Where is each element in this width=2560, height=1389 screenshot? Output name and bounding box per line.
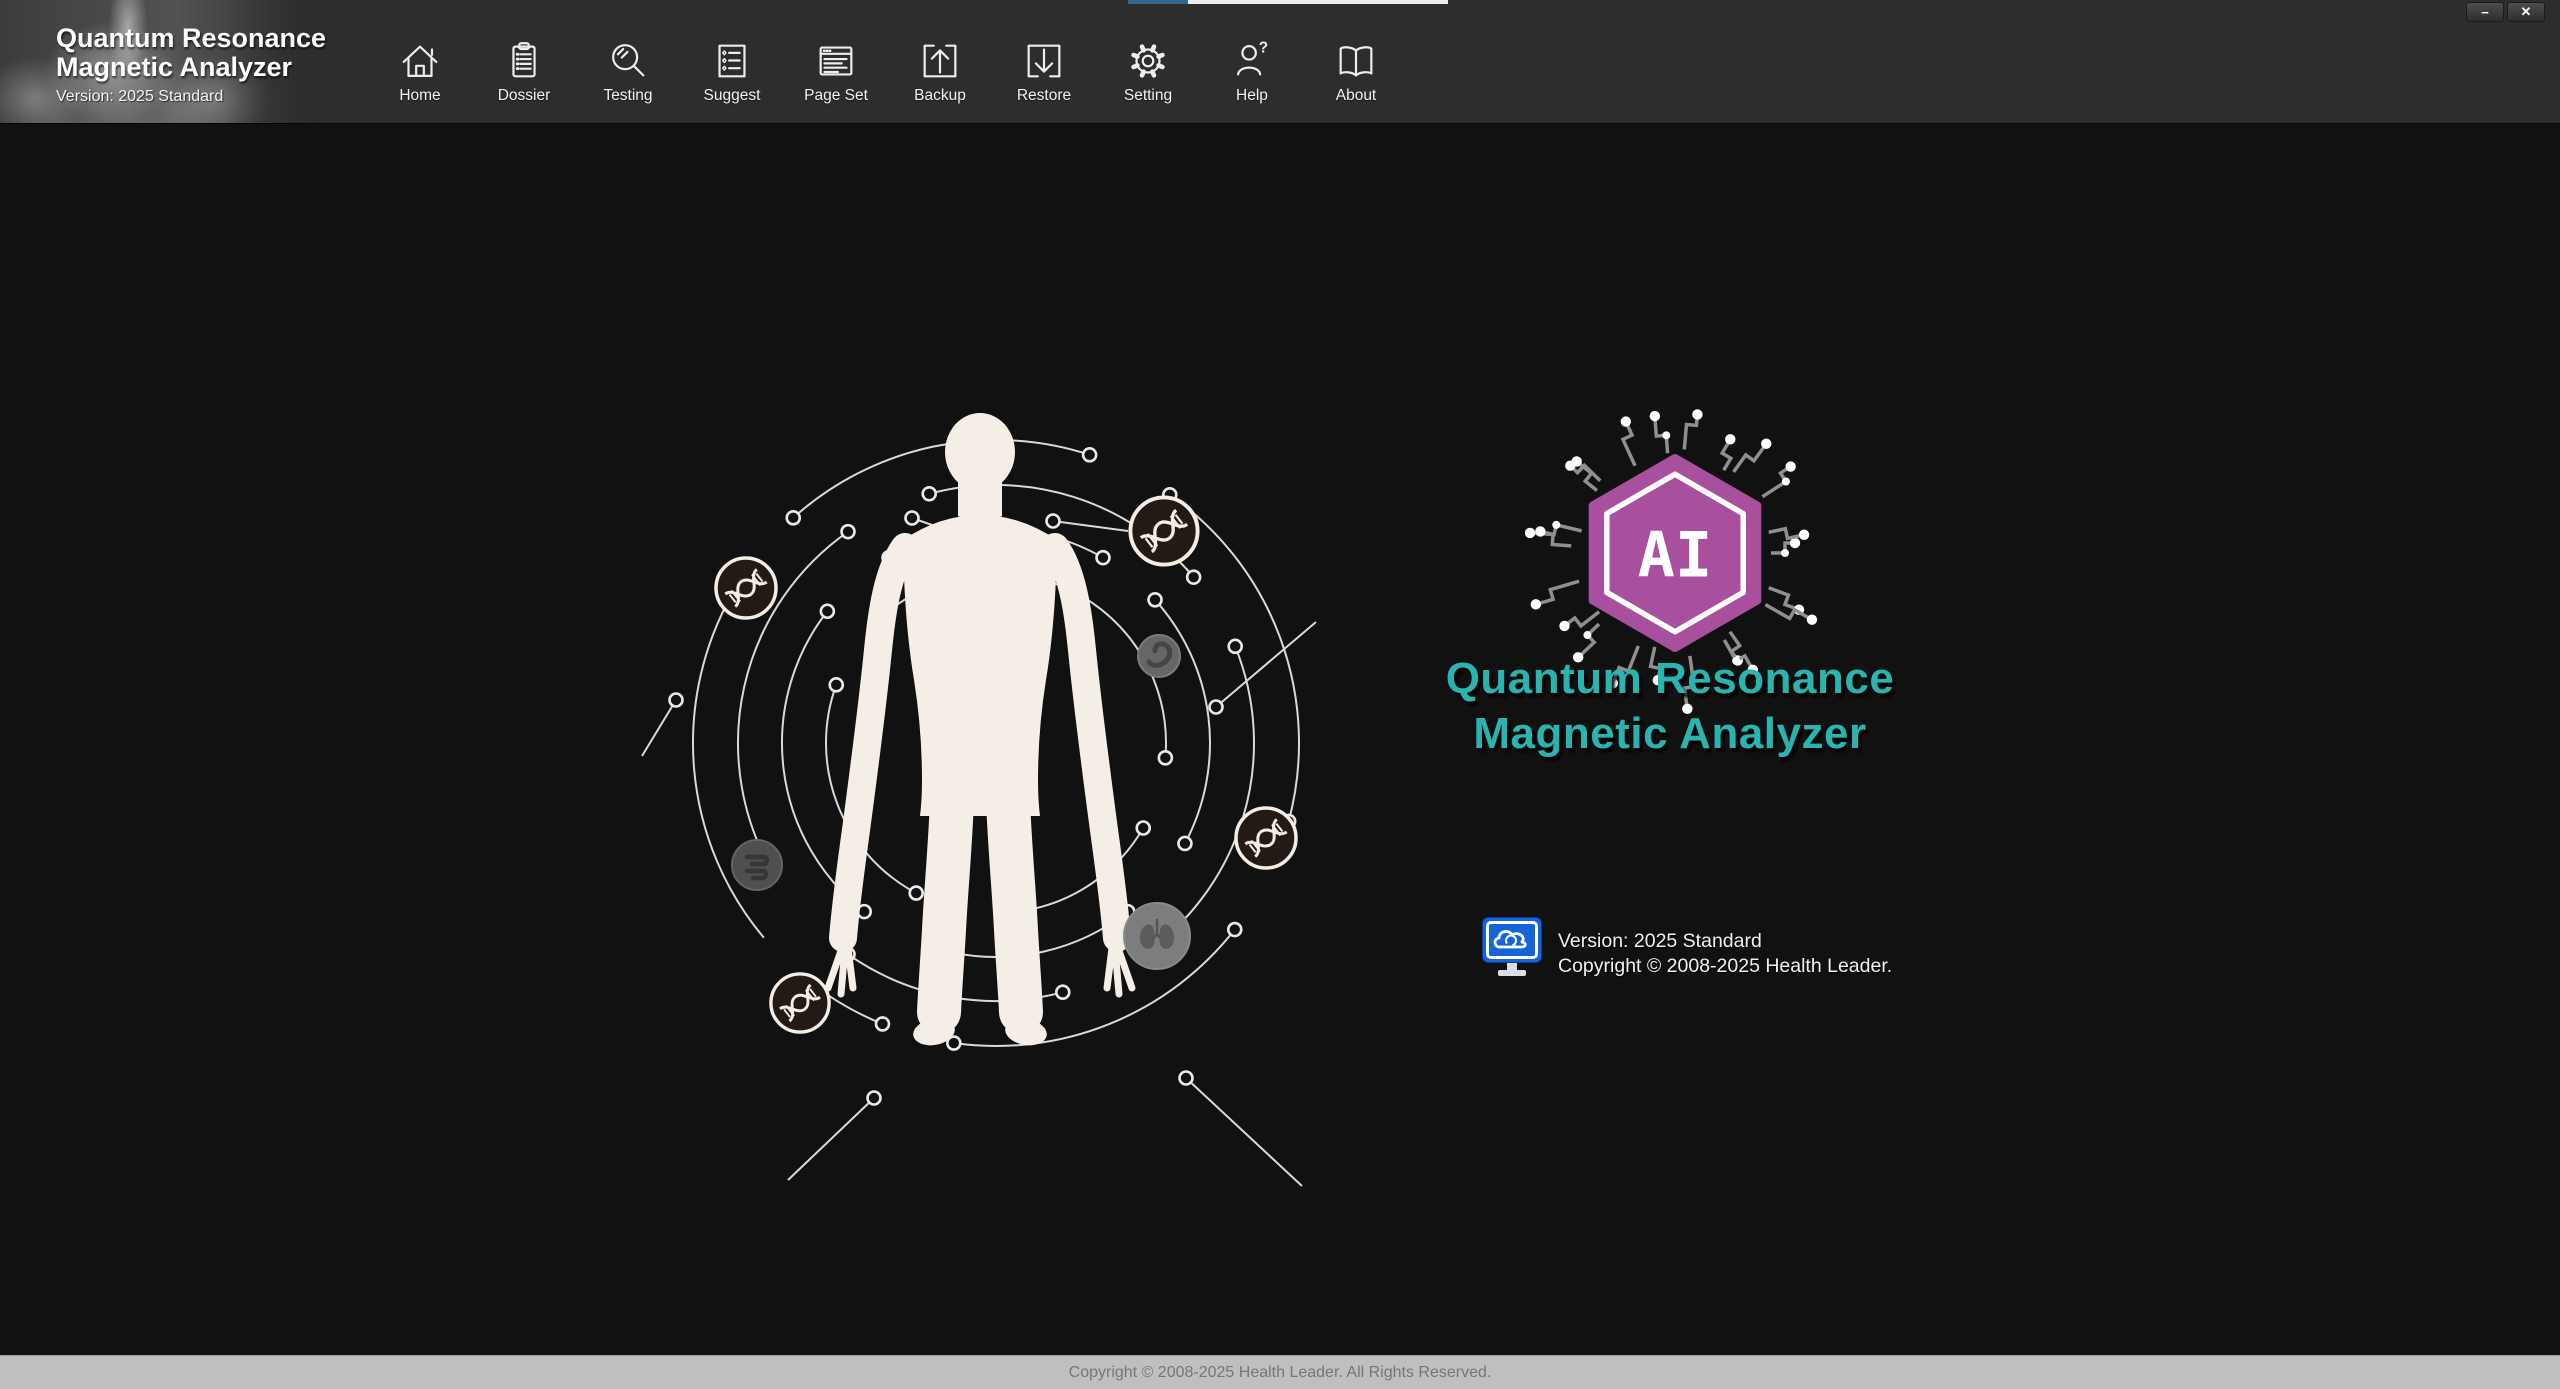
dna-badge — [1234, 806, 1298, 870]
person-question-icon: ? — [1229, 39, 1268, 84]
toolbar-button-help[interactable]: ? Help — [1210, 38, 1294, 105]
clipboard-icon — [501, 38, 547, 84]
toolbar-label: Home — [399, 87, 441, 104]
dna-badge — [769, 972, 831, 1034]
human-body-silhouette — [824, 413, 1136, 1046]
app-window: Quantum Resonance Magnetic Analyzer Vers… — [0, 0, 2560, 1389]
toolbar-button-suggest[interactable]: Suggest — [690, 38, 774, 105]
toolbar-label: Restore — [1016, 87, 1072, 104]
close-button[interactable]: ✕ — [2507, 2, 2545, 22]
hero-title-line1: Quantum Resonance — [1445, 654, 1895, 703]
version-line: Version: 2025 Standard — [1558, 930, 1762, 952]
import-box-icon — [1021, 38, 1067, 84]
loading-progress-bar — [1128, 0, 1448, 4]
cloud-monitor-icon — [1482, 917, 1542, 976]
app-title-line2: Magnetic Analyzer — [56, 52, 293, 82]
toolbar-label: Suggest — [703, 87, 761, 104]
toolbar-button-setting[interactable]: Setting — [1106, 38, 1190, 105]
home-icon — [397, 38, 443, 84]
magnifier-icon — [605, 38, 651, 84]
toolbar-label: Testing — [603, 87, 653, 104]
hero-title-line2: Magnetic Analyzer — [1473, 709, 1867, 758]
toolbar-button-backup[interactable]: Backup — [898, 38, 982, 105]
toolbar-button-restore[interactable]: Restore — [1002, 38, 1086, 105]
version-text-block: Version: 2025 Standard Copyright © 2008-… — [1558, 916, 1892, 978]
version-panel: Version: 2025 Standard Copyright © 2008-… — [1481, 916, 1892, 980]
stomach-badge — [1137, 634, 1181, 678]
list-icon — [709, 38, 755, 84]
ai-monogram: AI — [1638, 519, 1713, 592]
export-box-icon — [917, 38, 963, 84]
toolbar-label: Page Set — [804, 87, 868, 104]
toolbar-label: Backup — [914, 87, 966, 104]
toolbar-label: Help — [1236, 87, 1268, 104]
toolbar-button-testing[interactable]: Testing — [586, 38, 670, 105]
progress-track — [1188, 0, 1448, 4]
dna-badge — [1128, 495, 1200, 567]
lungs-badge — [1123, 902, 1191, 970]
status-bar: Copyright © 2008-2025 Health Leader. All… — [0, 1355, 2560, 1389]
toolbar-label: Dossier — [497, 87, 551, 104]
minimize-button[interactable]: − — [2466, 2, 2504, 22]
dna-badge — [714, 556, 778, 620]
main-toolbar: Home Dossier Testing Suggest Page Set Ba… — [378, 38, 1398, 105]
hero-title: Quantum Resonance Magnetic Analyzer — [1380, 651, 1960, 761]
toolbar-button-about[interactable]: About — [1314, 38, 1398, 105]
toolbar-label: Setting — [1123, 87, 1173, 104]
intestine-badge — [731, 839, 783, 891]
toolbar-button-home[interactable]: Home — [378, 38, 462, 105]
page-window-icon — [813, 38, 859, 84]
toolbar-label: About — [1335, 87, 1377, 104]
app-version-caption: Version: 2025 Standard — [56, 88, 224, 105]
app-title-line1: Quantum Resonance — [56, 23, 327, 53]
toolbar-button-dossier[interactable]: Dossier — [482, 38, 566, 105]
app-brand: Quantum Resonance Magnetic Analyzer Vers… — [56, 24, 326, 106]
status-bar-text: Copyright © 2008-2025 Health Leader. All… — [1068, 1363, 1492, 1381]
header-bar: Quantum Resonance Magnetic Analyzer Vers… — [0, 0, 2560, 124]
gear-icon — [1125, 38, 1171, 84]
toolbar-button-pageset[interactable]: Page Set — [794, 38, 878, 105]
open-book-icon — [1333, 38, 1379, 84]
progress-filled — [1128, 0, 1188, 4]
copyright-line: Copyright © 2008-2025 Health Leader. — [1558, 954, 1893, 977]
body-scan-graphic — [641, 413, 1317, 1187]
svg-text:?: ? — [1259, 39, 1268, 56]
